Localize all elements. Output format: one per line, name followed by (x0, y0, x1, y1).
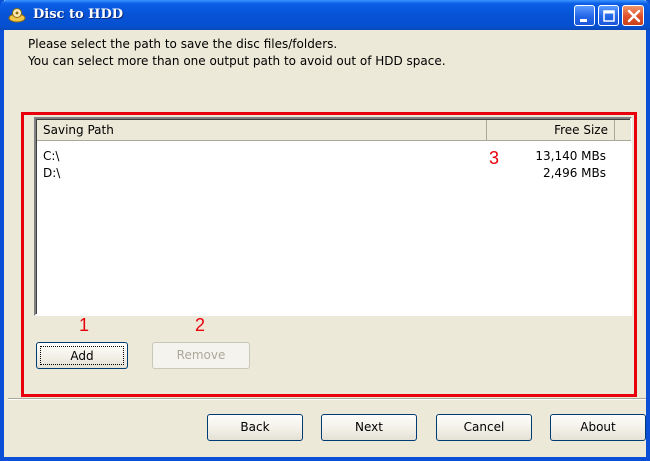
minimize-button[interactable] (574, 5, 595, 26)
cancel-button[interactable]: Cancel (436, 414, 532, 441)
cancel-button-label: Cancel (463, 420, 505, 434)
add-button[interactable]: Add (36, 342, 128, 369)
next-button[interactable]: Next (321, 414, 417, 441)
divider (8, 398, 646, 400)
maximize-button[interactable] (598, 5, 619, 26)
back-button-label: Back (240, 420, 270, 434)
minimize-icon (580, 19, 587, 22)
back-button[interactable]: Back (207, 414, 303, 441)
window-title: Disc to HDD (33, 7, 124, 22)
instruction-line-2: You can select more than one output path… (28, 54, 446, 68)
app-disc-icon (8, 7, 26, 23)
title-bar[interactable]: Disc to HDD (0, 0, 650, 30)
close-icon (627, 9, 641, 23)
about-button-label: About (580, 420, 616, 434)
annotation-marker-2: 2 (195, 315, 206, 335)
close-button[interactable] (622, 5, 644, 26)
annotation-marker-3: 3 (489, 148, 500, 168)
add-button-label: Add (40, 346, 124, 365)
instruction-line-1: Please select the path to save the disc … (28, 37, 338, 51)
maximize-icon (603, 10, 615, 22)
remove-button: Remove (152, 342, 250, 369)
about-button[interactable]: About (550, 414, 646, 441)
annotation-marker-1: 1 (79, 315, 90, 335)
dialog-window: Disc to HDD Please select the path to sa… (0, 0, 650, 461)
next-button-label: Next (355, 420, 383, 434)
